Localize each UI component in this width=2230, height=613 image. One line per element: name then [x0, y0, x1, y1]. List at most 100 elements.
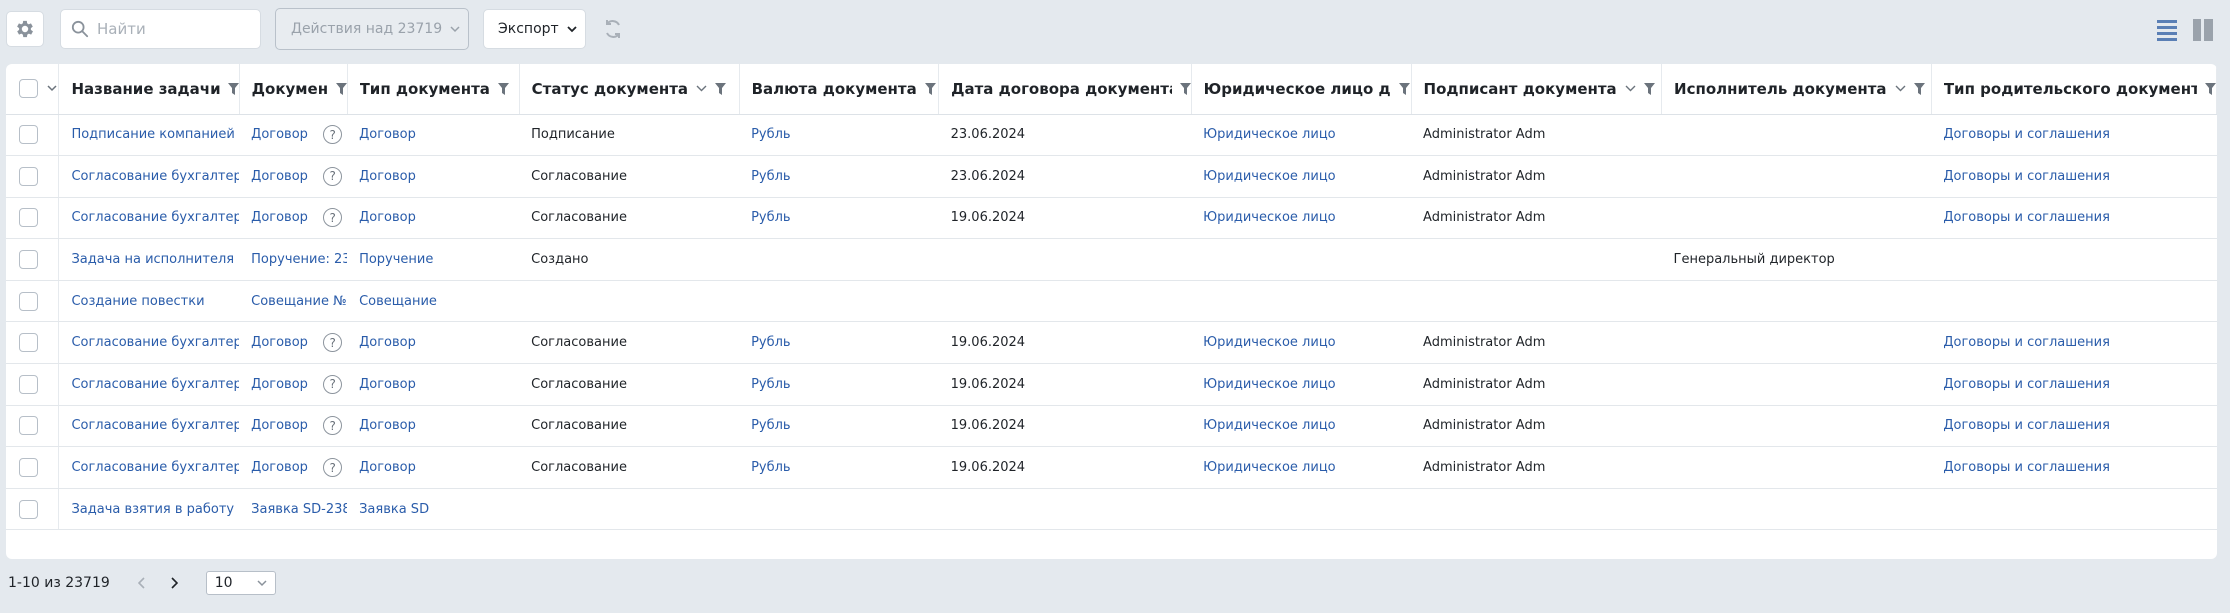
row-checkbox[interactable] — [19, 125, 38, 145]
legal-entity-link[interactable]: Юридическое лицо — [1203, 460, 1336, 475]
table-row[interactable]: Задача взятия в работу Заявка SD-238 Заявк… — [6, 488, 2217, 531]
export-button[interactable]: Экспорт — [483, 9, 586, 49]
filter-icon[interactable] — [1643, 82, 1655, 95]
legal-entity-link[interactable]: Юридическое лицо — [1203, 127, 1336, 142]
next-page-button[interactable] — [166, 575, 182, 591]
help-icon[interactable]: ? — [323, 208, 343, 228]
table-row[interactable]: Согласование бухгалтера4Договор ...?Дого… — [6, 363, 2217, 406]
column-header[interactable]: Исполнитель документа — [1661, 64, 1932, 115]
help-icon[interactable]: ? — [323, 374, 343, 394]
document-link[interactable]: Договор ... — [251, 418, 313, 433]
row-checkbox[interactable] — [19, 250, 38, 270]
settings-button[interactable] — [6, 11, 44, 47]
row-checkbox[interactable] — [19, 208, 38, 228]
task-name-link[interactable]: Согласование бухгалтера4 — [71, 335, 239, 350]
row-checkbox[interactable] — [19, 458, 38, 478]
filter-icon[interactable] — [1179, 82, 1191, 95]
table-row[interactable]: Задача на исполнителя Поручение: 23f Поруч… — [6, 238, 2217, 281]
column-header[interactable]: Юридическое лицо д — [1191, 64, 1412, 115]
legal-entity-link[interactable]: Юридическое лицо — [1203, 377, 1336, 392]
parent-doc-type-link[interactable]: Договоры и соглашения — [1943, 418, 2110, 433]
parent-doc-type-link[interactable]: Договоры и соглашения — [1943, 377, 2110, 392]
task-name-link[interactable]: Создание повестки — [71, 294, 204, 309]
currency-link[interactable]: Рубль — [751, 418, 791, 433]
parent-doc-type-link[interactable]: Договоры и соглашения — [1943, 210, 2110, 225]
currency-link[interactable]: Рубль — [751, 460, 791, 475]
document-type-link[interactable]: Договор — [359, 335, 416, 350]
document-link[interactable]: Договор ... — [251, 127, 313, 142]
task-name-link[interactable]: Согласование бухгалтера4 — [71, 418, 239, 433]
currency-link[interactable]: Рубль — [751, 335, 791, 350]
filter-icon[interactable] — [924, 82, 936, 95]
currency-link[interactable]: Рубль — [751, 169, 791, 184]
help-icon[interactable]: ? — [323, 166, 343, 186]
document-link[interactable]: Договор ... — [251, 335, 313, 350]
filter-icon[interactable] — [335, 82, 347, 95]
filter-icon[interactable] — [2205, 82, 2216, 95]
sort-chevron-icon[interactable] — [696, 85, 707, 92]
document-link[interactable]: Поручение: 23f — [251, 252, 347, 267]
prev-page-button[interactable] — [134, 575, 150, 591]
document-link[interactable]: Договор ... — [251, 377, 313, 392]
row-checkbox[interactable] — [19, 374, 38, 394]
legal-entity-link[interactable]: Юридическое лицо — [1203, 418, 1336, 433]
help-icon[interactable]: ? — [323, 333, 343, 353]
split-view-icon[interactable] — [2193, 19, 2213, 41]
filter-icon[interactable] — [497, 82, 509, 95]
column-header[interactable]: Тип документа — [347, 64, 520, 115]
task-name-link[interactable]: Подписание компанией — [71, 127, 234, 142]
filter-icon[interactable] — [1913, 82, 1925, 95]
document-link[interactable]: Договор ... — [251, 210, 313, 225]
sort-chevron-icon[interactable] — [1895, 85, 1906, 92]
column-header[interactable]: Валюта документа — [739, 64, 940, 115]
row-checkbox[interactable] — [19, 416, 38, 436]
document-type-link[interactable]: Договор — [359, 210, 416, 225]
task-name-link[interactable]: Задача взятия в работу — [71, 502, 234, 517]
bulk-actions-button[interactable]: Действия над 23719 — [275, 8, 469, 50]
column-header[interactable]: Название задачи — [58, 64, 240, 115]
chevron-down-icon[interactable] — [47, 85, 57, 92]
document-type-link[interactable]: Договор — [359, 127, 416, 142]
currency-link[interactable]: Рубль — [751, 210, 791, 225]
table-row[interactable]: Согласование бухгалтера4 Договор ...? Дого… — [6, 197, 2217, 240]
document-type-link[interactable]: Поручение — [359, 252, 433, 267]
filter-icon[interactable] — [1398, 82, 1410, 95]
list-view-icon[interactable] — [2157, 19, 2177, 41]
column-header[interactable]: Тип родительского документа — [1931, 64, 2217, 115]
search-input[interactable] — [97, 20, 247, 38]
task-name-link[interactable]: Согласование бухгалтера4 — [71, 169, 239, 184]
document-type-link[interactable]: Договор — [359, 460, 416, 475]
table-row[interactable]: Согласование бухгалтера4 Договор ...? Дого… — [6, 321, 2217, 365]
column-header[interactable]: Документ — [239, 64, 348, 115]
parent-doc-type-link[interactable]: Договоры и соглашения — [1943, 335, 2110, 350]
search-box[interactable] — [60, 9, 261, 49]
parent-doc-type-link[interactable]: Договоры и соглашения — [1943, 460, 2110, 475]
currency-link[interactable]: Рубль — [751, 377, 791, 392]
document-type-link[interactable]: Договор — [359, 418, 416, 433]
row-checkbox[interactable] — [19, 291, 38, 311]
parent-doc-type-link[interactable]: Договоры и соглашения — [1943, 127, 2110, 142]
task-name-link[interactable]: Задача на исполнителя — [71, 252, 234, 267]
legal-entity-link[interactable]: Юридическое лицо — [1203, 335, 1336, 350]
table-row[interactable]: Создание повестки Совещание №3 Совещание — [6, 280, 2217, 323]
column-header[interactable]: Дата договора документа — [938, 64, 1192, 115]
filter-icon[interactable] — [227, 82, 239, 95]
document-type-link[interactable]: Заявка SD — [359, 502, 429, 517]
document-type-link[interactable]: Договор — [359, 169, 416, 184]
document-link[interactable]: Совещание №3 — [251, 294, 347, 309]
sort-chevron-icon[interactable] — [1625, 85, 1636, 92]
column-header[interactable]: Подписант документа — [1411, 64, 1663, 115]
help-icon[interactable]: ? — [323, 416, 343, 436]
table-row[interactable]: Согласование бухгалтера4 Договор ...? Дого… — [6, 405, 2217, 448]
select-all-checkbox[interactable] — [19, 79, 38, 99]
legal-entity-link[interactable]: Юридическое лицо — [1203, 169, 1336, 184]
table-row[interactable]: Согласование бухгалтера4Договор ...?Дого… — [6, 155, 2217, 198]
table-row[interactable]: Подписание компанией Договор ...? Договор П… — [6, 114, 2217, 157]
help-icon[interactable]: ? — [323, 125, 343, 145]
document-type-link[interactable]: Договор — [359, 377, 416, 392]
task-name-link[interactable]: Согласование бухгалтера4 — [71, 460, 239, 475]
task-name-link[interactable]: Согласование бухгалтера4 — [71, 210, 239, 225]
currency-link[interactable]: Рубль — [751, 127, 791, 142]
document-type-link[interactable]: Совещание — [359, 294, 437, 309]
page-size-select[interactable]: 10 — [205, 571, 276, 595]
